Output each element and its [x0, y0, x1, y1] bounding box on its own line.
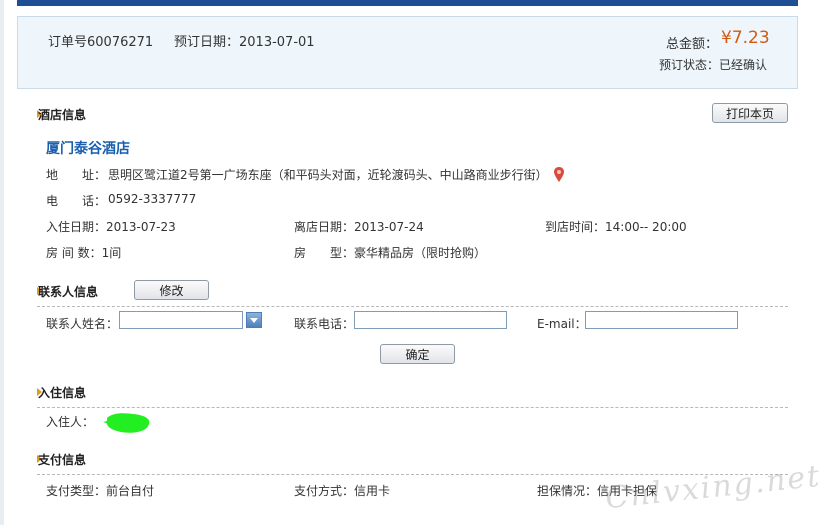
email-label: E-mail： — [537, 317, 587, 331]
divider — [37, 306, 788, 307]
guest-section-title: 入住信息 — [38, 386, 87, 400]
email-input[interactable] — [585, 311, 738, 329]
contact-section-title: 联系人信息 — [38, 285, 99, 299]
arrival-time: 到店时间：14:00-- 20:00 — [545, 220, 687, 234]
phone-label: 电 话： — [46, 194, 107, 208]
checkout-date: 离店日期：2013-07-24 — [294, 220, 424, 234]
hotel-section-title: 酒店信息 — [38, 108, 87, 122]
dropdown-arrow-icon[interactable] — [246, 312, 262, 328]
payment-method: 支付方式：信用卡 — [294, 484, 391, 498]
checkin-date: 入住日期：2013-07-23 — [46, 220, 176, 234]
hotel-phone: 0592-3337777 — [108, 192, 197, 206]
order-status: 预订状态：已经确认 — [659, 58, 768, 72]
payment-type: 支付类型：前台自付 — [46, 484, 155, 498]
payment-section-title: 支付信息 — [38, 453, 87, 467]
redaction-mark — [103, 413, 150, 433]
room-count: 房 间 数：1间 — [46, 246, 122, 260]
divider — [37, 407, 788, 408]
order-date: 预订日期：2013-07-01 — [174, 35, 315, 50]
total-value: ¥7.23 — [721, 28, 770, 48]
address-label: 地 址： — [46, 168, 107, 182]
order-number: 订单号60076271 — [48, 35, 154, 50]
contact-phone-input[interactable] — [354, 311, 507, 329]
left-border — [0, 0, 4, 525]
top-bar — [17, 0, 798, 6]
contact-phone-label: 联系电话： — [294, 317, 355, 331]
confirm-button[interactable]: 确定 — [380, 344, 455, 364]
map-pin-icon[interactable] — [554, 167, 564, 182]
modify-button[interactable]: 修改 — [134, 280, 209, 300]
room-type: 房 型：豪华精品房（限时抢购） — [294, 246, 487, 260]
total-label: 总金额： — [666, 37, 719, 52]
print-button[interactable]: 打印本页 — [712, 103, 788, 123]
hotel-address: 思明区鹭江道2号第一广场东座（和平码头对面，近轮渡码头、中山路商业步行街） — [108, 168, 548, 182]
watermark: Cnlvxing.net — [603, 458, 823, 517]
contact-name-input[interactable] — [119, 311, 243, 329]
guest-label: 入住人： — [46, 415, 95, 429]
order-summary: 订单号60076271 预订日期：2013-07-01 总金额： ¥7.23 预… — [17, 16, 798, 89]
contact-name-label: 联系人姓名： — [46, 317, 119, 331]
hotel-name[interactable]: 厦门泰谷酒店 — [46, 138, 130, 158]
